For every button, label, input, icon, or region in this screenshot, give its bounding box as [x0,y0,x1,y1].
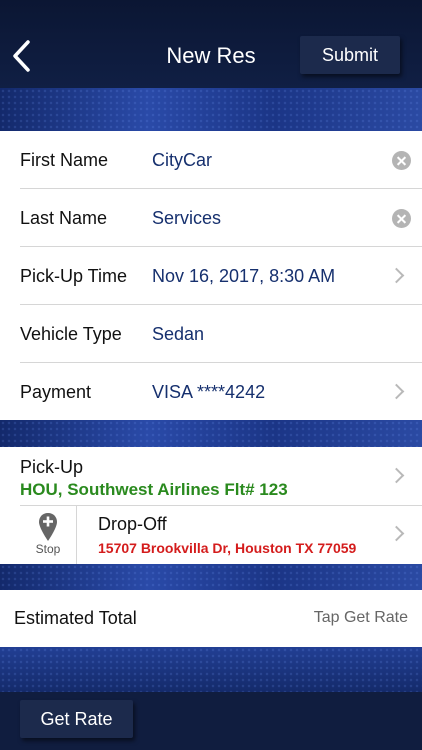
estimated-total-label: Estimated Total [14,608,137,628]
pickup-time-row[interactable]: Pick-Up Time Nov 16, 2017, 8:30 AM [0,247,422,305]
first-name-field[interactable]: CityCar [152,150,212,171]
pickup-location-value: HOU, Southwest Airlines Flt# 123 [20,480,288,499]
pickup-time-label: Pick-Up Time [20,266,128,286]
payment-value: VISA ****4242 [152,382,266,402]
reservation-form: First Name CityCar Last Name Services Pi… [0,131,422,420]
dropoff-location-value: 15707 Brookvilla Dr, Houston TX 77059 [98,540,357,556]
pickup-label: Pick-Up [20,457,84,477]
dropoff-label: Drop-Off [98,514,167,534]
decorative-band [0,88,422,131]
chevron-right-icon [388,267,405,284]
stop-label: Stop [35,542,61,556]
last-name-field[interactable]: Services [152,208,221,229]
footer-bar: Get Rate [0,692,422,750]
first-name-row[interactable]: First Name CityCar [0,131,422,189]
vehicle-type-label: Vehicle Type [20,324,122,344]
chevron-right-icon [388,383,405,400]
clear-icon[interactable] [392,209,411,228]
clear-icon[interactable] [392,151,411,170]
payment-row[interactable]: Payment VISA ****4242 [0,363,422,421]
get-rate-button[interactable]: Get Rate [20,700,133,738]
last-name-label: Last Name [20,208,108,228]
payment-label: Payment [20,382,92,402]
header-bar: New Res Submit [0,0,422,88]
vehicle-type-value: Sedan [152,324,205,344]
pickup-time-value: Nov 16, 2017, 8:30 AM [152,266,336,286]
chevron-right-icon [388,467,405,484]
map-pin-plus-icon [39,513,57,541]
submit-button[interactable]: Submit [300,36,400,74]
decorative-band [0,420,422,447]
first-name-label: First Name [20,150,109,170]
chevron-right-icon [388,525,405,542]
last-name-row[interactable]: Last Name Services [0,189,422,247]
estimated-total-value: Tap Get Rate [313,609,408,626]
pickup-location-row[interactable]: Pick-Up HOU, Southwest Airlines Flt# 123 [0,447,422,505]
decorative-band [0,647,422,692]
decorative-band [0,564,422,590]
add-stop-button[interactable]: Stop [20,506,77,564]
estimated-total-card: Estimated Total Tap Get Rate [0,590,422,647]
locations-card: Pick-Up HOU, Southwest Airlines Flt# 123… [0,447,422,564]
vehicle-type-row[interactable]: Vehicle Type Sedan [0,305,422,363]
